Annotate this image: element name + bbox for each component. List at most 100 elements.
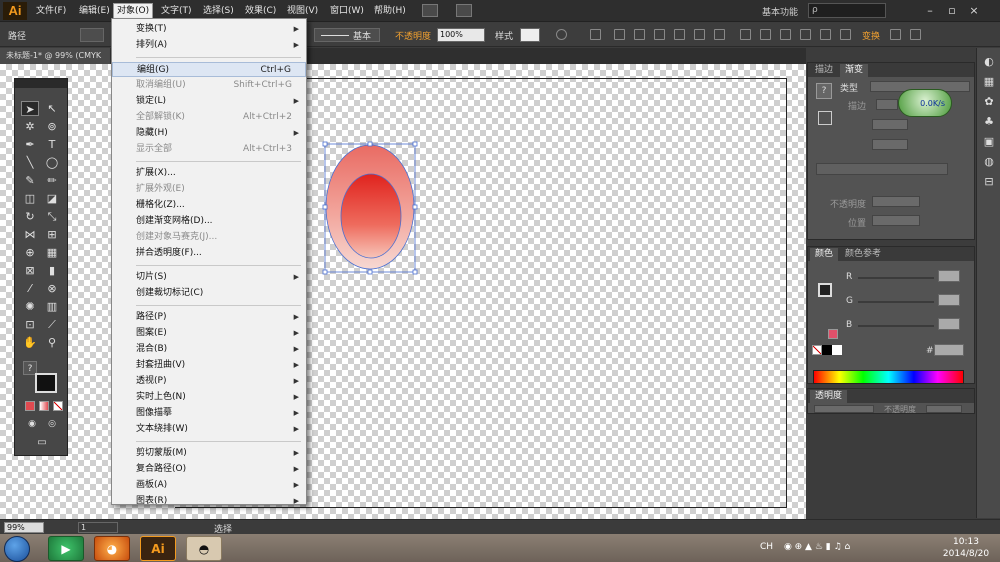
symbols-panel-icon[interactable]: ♣ [982,116,996,128]
none-swatch[interactable] [812,345,822,355]
black-swatch[interactable] [822,345,832,355]
distribute-bottom-icon[interactable] [780,29,791,40]
object-menu-item[interactable]: 图像描摹 ▶ [112,406,306,421]
stroke-style-select[interactable]: 基本 [314,28,380,42]
menu-effect[interactable]: 效果(C) [242,4,279,19]
object-menu-item[interactable]: 封套扭曲(V) ▶ [112,358,306,373]
menu-edit[interactable]: 编辑(E) [76,4,113,19]
aspect-ratio-input[interactable] [872,139,908,150]
white-swatch[interactable] [832,345,842,355]
panel-menu-icon[interactable] [910,29,921,40]
search-input[interactable]: ρ [808,3,886,18]
stroke-swatch[interactable] [818,111,832,125]
language-indicator[interactable]: CH [760,542,773,552]
object-menu-item[interactable]: 画板(A) ▶ [112,478,306,493]
hex-input[interactable] [934,344,964,356]
align-middle-icon[interactable] [694,29,705,40]
object-menu-item[interactable]: 创建渐变网格(D)... [112,214,306,229]
object-menu-item[interactable]: 编组(G) Ctrl+G [112,62,306,77]
stroke-color-box[interactable] [35,373,57,393]
appearance-panel-icon[interactable]: ◍ [982,156,996,168]
lasso-tool-icon[interactable]: ⊚ [43,119,61,134]
tab-color-guide[interactable]: 颜色参考 [840,248,886,261]
recolor-icon[interactable] [556,29,567,40]
document-tab[interactable]: 未标题-1* @ 99% (CMYK [0,48,110,64]
object-menu-item[interactable]: 隐藏(H) ▶ [112,126,306,141]
object-menu-item[interactable]: 排列(A) ▶ [112,38,306,53]
distribute-right-icon[interactable] [840,29,851,40]
layers-panel-icon[interactable]: ⊟ [982,176,996,188]
r-channel-slider[interactable] [858,277,934,279]
gradient-preview-swatch[interactable]: ? [816,83,832,99]
menu-file[interactable]: 文件(F) [33,4,69,19]
blend-mode-select[interactable] [814,405,874,413]
zoom-select[interactable]: 99% [4,522,44,533]
distribute-middle-icon[interactable] [760,29,771,40]
hand-tool-icon[interactable]: ✋ [21,335,39,350]
artboard-navigation[interactable]: 1 [78,522,118,533]
selection-tool-icon[interactable]: ➤ [21,101,39,116]
magic-wand-tool-icon[interactable]: ✲ [21,119,39,134]
bridge-icon[interactable] [422,4,438,17]
media-player-icon[interactable]: ▶ [48,536,84,561]
opacity-input[interactable]: 100% [437,28,485,42]
menu-select[interactable]: 选择(S) [200,4,237,19]
draw-behind-icon[interactable]: ◎ [43,417,61,432]
transform-link[interactable]: 变换 [862,29,880,42]
object-menu-item[interactable]: 扩展(X)... [112,166,306,181]
direct-selection-tool-icon[interactable]: ↖ [43,101,61,116]
object-menu-item[interactable]: 混合(B) ▶ [112,342,306,357]
distribute-center-icon[interactable] [820,29,831,40]
pencil-tool-icon[interactable]: ✏ [43,173,61,188]
object-menu-item[interactable]: 拼合透明度(F)... [112,246,306,261]
type-tool-icon[interactable]: T [43,137,61,152]
object-menu-item[interactable]: 切片(S) ▶ [112,270,306,285]
pen-tool-icon[interactable]: ✒ [21,137,39,152]
width-tool-icon[interactable]: ⋈ [21,227,39,242]
g-channel-slider[interactable] [858,301,934,303]
style-swatch[interactable] [520,28,540,42]
object-menu-item[interactable]: 复合路径(O) ▶ [112,462,306,477]
object-menu-item[interactable]: 实时上色(N) ▶ [112,390,306,405]
object-menu-item[interactable]: 变换(T) ▶ [112,22,306,37]
qq-icon[interactable]: ◓ [186,536,222,561]
gradient-slider[interactable] [816,163,948,175]
stroke-gradient-option[interactable] [876,99,898,110]
object-menu-item[interactable]: 图表(R) ▶ [112,494,306,509]
object-menu-item[interactable]: 路径(P) ▶ [112,310,306,325]
align-top-icon[interactable] [674,29,685,40]
color-panel-icon[interactable]: ◐ [982,56,996,68]
align-right-icon[interactable] [654,29,665,40]
object-menu-item[interactable]: 栅格化(Z)... [112,198,306,213]
stop-opacity-input[interactable] [872,196,920,207]
shape-builder-tool-icon[interactable]: ⊕ [21,245,39,260]
menu-view[interactable]: 视图(V) [284,4,321,19]
slice-tool-icon[interactable]: ⟋ [43,317,61,332]
object-menu-item[interactable]: 创建裁切标记(C) [112,286,306,301]
graphic-styles-panel-icon[interactable]: ▣ [982,136,996,148]
distribute-left-icon[interactable] [800,29,811,40]
stop-location-input[interactable] [872,215,920,226]
color-stroke-swatch[interactable] [818,283,832,297]
tab-transparency[interactable]: 透明度 [810,390,848,403]
maximize-button[interactable]: ▫ [944,3,960,18]
swatches-panel-icon[interactable]: ▦ [982,76,996,88]
isolate-icon[interactable] [890,29,901,40]
none-mode-icon[interactable] [53,401,63,411]
line-tool-icon[interactable]: ╲ [21,155,39,170]
align-left-icon[interactable] [614,29,625,40]
g-channel-input[interactable] [938,294,960,306]
b-channel-input[interactable] [938,318,960,330]
artboard-tool-icon[interactable]: ⊡ [21,317,39,332]
tab-color[interactable]: 颜色 [810,248,839,261]
brushes-panel-icon[interactable]: ✿ [982,96,996,108]
minimize-button[interactable]: – [922,3,938,18]
workspace-switcher[interactable]: 基本功能 [762,5,798,18]
illustrator-taskbar-button[interactable]: Ai [140,536,176,561]
paintbrush-tool-icon[interactable]: ✎ [21,173,39,188]
menu-window[interactable]: 窗口(W) [327,4,367,19]
mesh-tool-icon[interactable]: ⊠ [21,263,39,278]
b-channel-slider[interactable] [858,325,934,327]
rotate-tool-icon[interactable]: ↻ [21,209,39,224]
browser-icon[interactable]: ◕ [94,536,130,561]
